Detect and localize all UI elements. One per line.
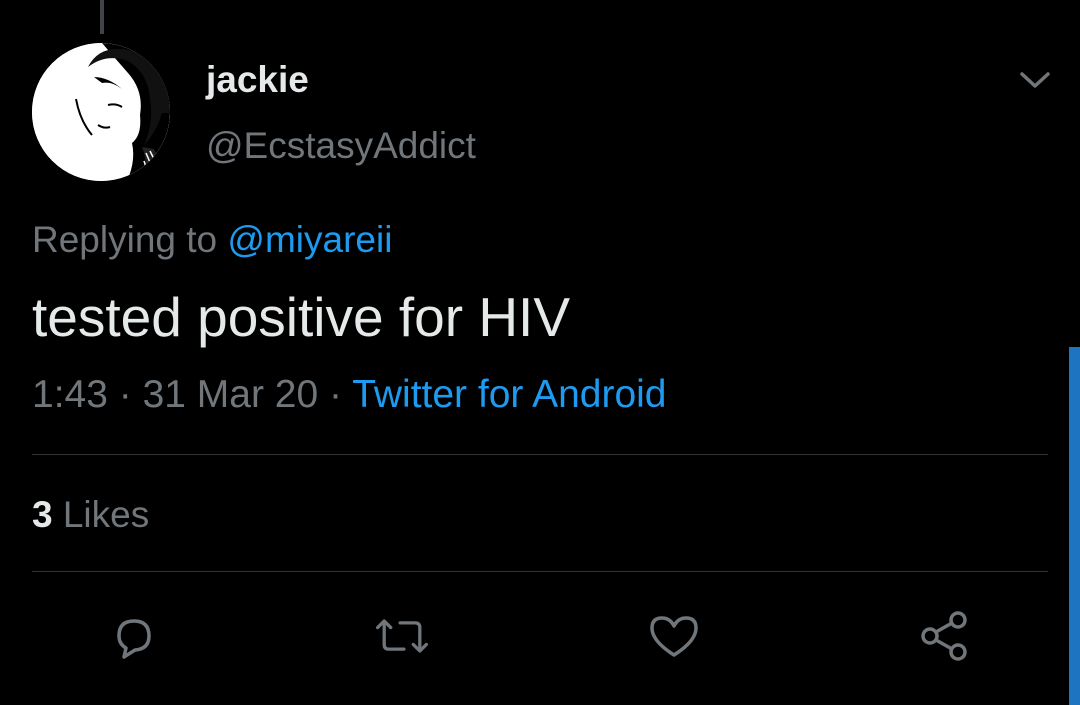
tweet-meta: 1:43 · 31 Mar 20 · Twitter for Android <box>32 372 667 418</box>
scrollbar[interactable] <box>1069 347 1080 705</box>
display-name[interactable]: jackie <box>206 58 309 102</box>
meta-separator: · <box>118 373 132 416</box>
avatar[interactable] <box>32 43 170 181</box>
replying-to-line: Replying to @miyareii <box>32 218 392 262</box>
retweet-icon <box>375 619 429 653</box>
likes-count-link[interactable]: 3 Likes <box>32 493 149 537</box>
share-icon <box>921 611 967 661</box>
share-button[interactable] <box>914 606 974 666</box>
heart-icon <box>650 616 698 657</box>
avatar-image <box>32 43 170 181</box>
user-handle[interactable]: @EcstasyAddict <box>206 124 476 168</box>
likes-label: Likes <box>62 494 150 535</box>
replying-to-mention-link[interactable]: @miyareii <box>227 219 392 260</box>
thread-connector-line <box>100 0 104 34</box>
chevron-down-icon[interactable] <box>1014 62 1056 98</box>
tweet-source-link[interactable]: Twitter for Android <box>352 373 666 416</box>
reply-button[interactable] <box>104 606 164 666</box>
reply-icon <box>117 619 151 659</box>
replying-to-label: Replying to <box>32 219 218 260</box>
tweet-time: 1:43 <box>32 373 108 416</box>
likes-count: 3 <box>32 494 53 535</box>
like-button[interactable] <box>644 606 704 666</box>
divider <box>32 454 1048 455</box>
retweet-button[interactable] <box>372 606 432 666</box>
tweet-text: tested positive for HIV <box>32 286 571 348</box>
divider <box>32 571 1048 572</box>
meta-separator: · <box>329 373 343 416</box>
tweet-date: 31 Mar 20 <box>142 373 319 416</box>
